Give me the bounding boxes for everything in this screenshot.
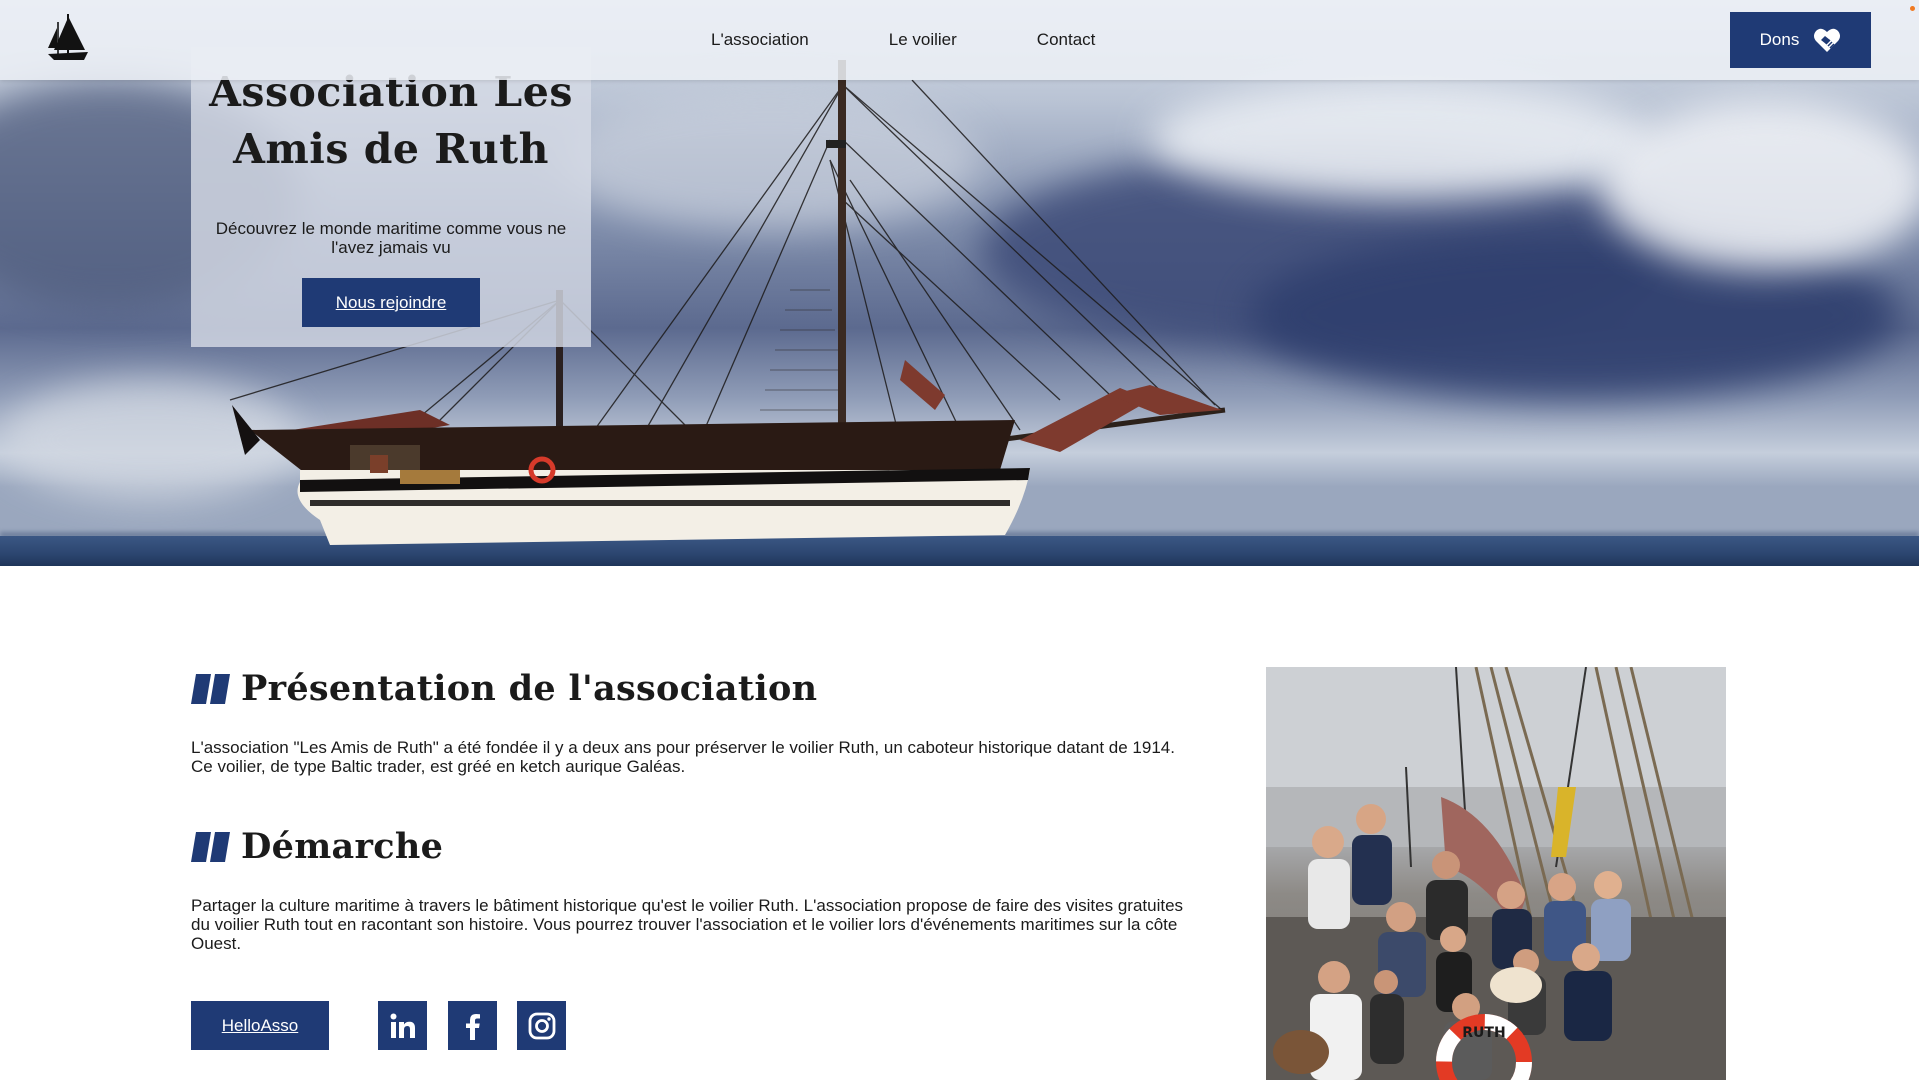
demarche-title: Démarche: [241, 826, 444, 867]
double-slash-marker-icon: [191, 831, 230, 862]
handshake-heart-icon: [1814, 28, 1841, 52]
crew-photo-illustration: RUTH: [1266, 667, 1726, 1080]
demarche-heading: Démarche: [191, 826, 443, 867]
hero-tagline: Découvrez le monde maritime comme vous n…: [215, 219, 567, 257]
donate-button[interactable]: Dons: [1730, 12, 1871, 68]
nav-link-association[interactable]: L'association: [711, 30, 809, 50]
presentation-heading: Présentation de l'association: [191, 668, 817, 709]
facebook-button[interactable]: [448, 1001, 497, 1050]
notification-dot: [1910, 6, 1915, 11]
demarche-text: Partager la culture maritime à travers l…: [191, 896, 1184, 953]
top-navigation: L'association Le voilier Contact Dons: [0, 0, 1919, 80]
instagram-button[interactable]: [517, 1001, 566, 1050]
hero-title-line2: Amis de Ruth: [233, 125, 549, 173]
hero-title: Association Les Amis de Ruth: [191, 64, 591, 178]
join-button[interactable]: Nous rejoindre: [302, 278, 480, 327]
nav-link-contact[interactable]: Contact: [1037, 30, 1096, 50]
nav-links: L'association Le voilier Contact: [711, 0, 1095, 80]
crew-photo: RUTH: [1266, 667, 1726, 1080]
hero-card: Association Les Amis de Ruth Découvrez l…: [191, 47, 591, 347]
sailing-ship-logo-icon[interactable]: [46, 12, 90, 64]
linkedin-button[interactable]: [378, 1001, 427, 1050]
lifebuoy-text: RUTH: [1462, 1025, 1505, 1041]
double-slash-marker-icon: [191, 673, 230, 704]
facebook-icon: [465, 1013, 480, 1040]
presentation-text: L'association "Les Amis de Ruth" a été f…: [191, 738, 1175, 776]
nav-link-voilier[interactable]: Le voilier: [889, 30, 957, 50]
helloasso-button[interactable]: HelloAsso: [191, 1001, 329, 1050]
donate-label: Dons: [1759, 30, 1800, 49]
presentation-title: Présentation de l'association: [241, 668, 818, 709]
linkedin-icon: [390, 1013, 415, 1038]
instagram-icon: [528, 1012, 555, 1039]
